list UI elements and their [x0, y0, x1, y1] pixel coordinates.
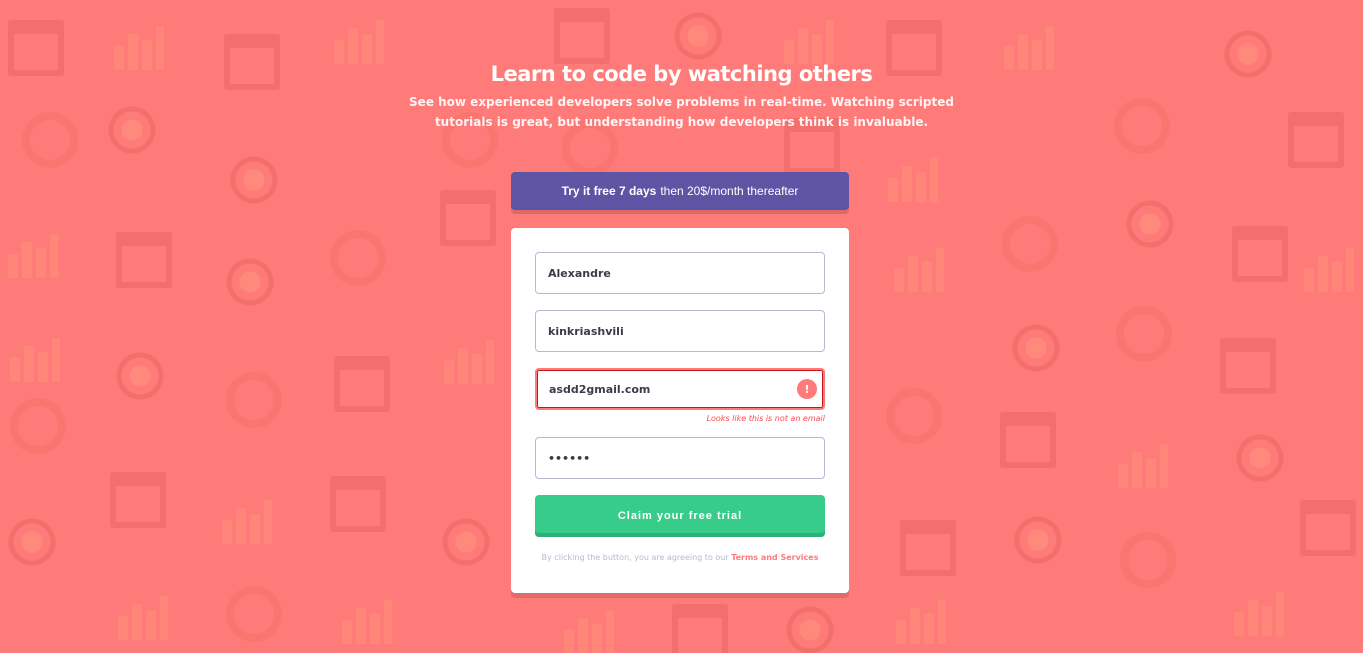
bg-pattern-tile: [330, 12, 386, 68]
email-input[interactable]: [537, 370, 823, 408]
bg-pattern-tile: [218, 492, 274, 548]
bg-pattern-tile: [782, 602, 838, 653]
bg-pattern-tile: [440, 332, 496, 388]
bg-pattern-tile: [884, 150, 940, 206]
terms-notice: By clicking the button, you are agreeing…: [535, 550, 825, 566]
bg-pattern-tile: [1116, 306, 1172, 362]
bg-pattern-tile: [226, 586, 282, 642]
bg-pattern-tile: [1122, 196, 1178, 252]
bg-pattern-tile: [892, 592, 948, 648]
error-alert-icon: !: [797, 379, 817, 399]
first-name-field: [535, 252, 825, 294]
bg-pattern-tile: [1220, 338, 1276, 394]
bg-pattern-tile: [116, 232, 172, 288]
bg-pattern-tile: [1010, 512, 1066, 568]
trial-offer-banner: Try it free 7 days then 20$/month therea…: [511, 172, 849, 210]
bg-pattern-tile: [1000, 412, 1056, 468]
bg-pattern-tile: [1002, 216, 1058, 272]
last-name-field: [535, 310, 825, 352]
bg-pattern-tile: [780, 12, 836, 68]
bg-pattern-tile: [112, 348, 168, 404]
page-subtitle: See how experienced developers solve pro…: [409, 95, 954, 129]
bg-pattern-tile: [1232, 430, 1288, 486]
bg-pattern-tile: [4, 514, 60, 570]
bg-pattern-tile: [222, 254, 278, 310]
bg-pattern-tile: [440, 190, 496, 246]
trial-offer-text: then 20$/month thereafter: [660, 184, 799, 198]
bg-pattern-tile: [672, 604, 728, 653]
password-field: [535, 437, 825, 479]
email-field: !: [535, 368, 825, 410]
bg-pattern-tile: [10, 398, 66, 454]
email-error-message: Looks like this is not an email: [706, 414, 825, 423]
bg-pattern-tile: [438, 514, 494, 570]
bg-pattern-tile: [886, 388, 942, 444]
bg-pattern-tile: [560, 602, 616, 653]
last-name-input[interactable]: [536, 311, 824, 351]
first-name-input[interactable]: [536, 253, 824, 293]
terms-prefix: By clicking the button, you are agreeing…: [541, 553, 732, 562]
bg-pattern-tile: [226, 152, 282, 208]
bg-pattern-tile: [4, 226, 60, 282]
bg-pattern-tile: [1230, 584, 1286, 640]
bg-pattern-tile: [1114, 436, 1170, 492]
bg-pattern-tile: [1232, 226, 1288, 282]
bg-pattern-tile: [226, 372, 282, 428]
bg-pattern-tile: [1008, 320, 1064, 376]
bg-pattern-tile: [6, 330, 62, 386]
bg-pattern-tile: [900, 520, 956, 576]
bg-pattern-tile: [890, 240, 946, 296]
bg-pattern-tile: [334, 356, 390, 412]
terms-link[interactable]: Terms and Services: [731, 553, 818, 562]
bg-pattern-tile: [330, 476, 386, 532]
signup-form: ! Looks like this is not an email Claim …: [511, 228, 849, 593]
bg-pattern-tile: [554, 8, 610, 64]
bg-pattern-tile: [114, 588, 170, 644]
bg-pattern-tile: [1120, 532, 1176, 588]
page-title: Learn to code by watching others: [490, 62, 873, 86]
bg-pattern-tile: [330, 230, 386, 286]
bg-pattern-tile: [338, 592, 394, 648]
claim-trial-button[interactable]: Claim your free trial: [535, 495, 825, 537]
hero-section: Learn to code by watching others See how…: [0, 62, 1363, 132]
bg-pattern-tile: [1300, 240, 1356, 296]
bg-pattern-tile: [1300, 500, 1356, 556]
bg-pattern-tile: [670, 8, 726, 64]
bg-pattern-tile: [110, 472, 166, 528]
trial-offer-highlight: Try it free 7 days: [561, 184, 657, 198]
password-input[interactable]: [536, 438, 824, 478]
